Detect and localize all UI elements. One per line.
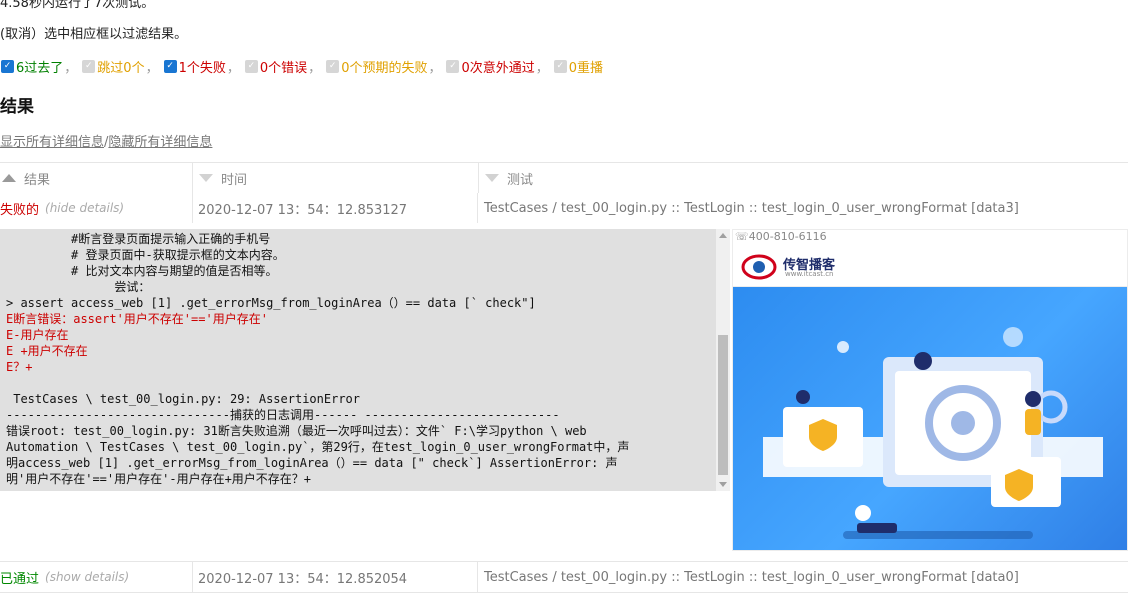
log-line: 明'用户不存在'=='用户存在'-用户存在+用户不存在？+ (6, 472, 312, 486)
log-error-line: E断言错误：assert'用户不存在'=='用户存在' (6, 312, 268, 326)
log-line: 尝试： (6, 280, 151, 294)
checkbox-disabled-icon[interactable]: ✓ (446, 60, 460, 73)
filter-item[interactable]: ✓ 0重播 (553, 57, 603, 76)
log-error-line: E +用户不存在 (6, 344, 88, 358)
show-all-details-link[interactable]: 显示所有详细信息 (0, 135, 104, 150)
itcast-logo-icon (741, 254, 777, 280)
checkbox-disabled-icon[interactable]: ✓ (326, 60, 340, 73)
details-links: 显示所有详细信息/隐藏所有详细信息 (0, 131, 212, 150)
scroll-down-icon[interactable] (719, 482, 727, 487)
table-row: 失败的 (hide details) 2020-12-07 13：54：12.8… (0, 193, 1128, 224)
sort-by-result[interactable]: 结果 (0, 163, 193, 193)
checkbox-disabled-icon[interactable]: ✓ (244, 60, 258, 73)
filter-separator: ， (64, 61, 78, 76)
column-result-label: 结果 (24, 172, 51, 188)
checkbox-disabled-icon[interactable]: ✓ (82, 60, 96, 73)
hide-details-toggle[interactable]: (hide details) (45, 201, 124, 215)
result-cell: 失败的 (hide details) (0, 193, 193, 223)
column-time-label: 时间 (221, 172, 248, 188)
scroll-thumb[interactable] (718, 335, 728, 475)
brand-url: www.itcast.cn (785, 270, 834, 278)
result-filters: ✓ 6过去了， ✓ 跳过0个， ✓ 1个失败， ✓ 0个错误， ✓ 0个预期的失败， ✓ 0次意外通过… (0, 57, 607, 76)
log-line: -------------------------------捕获的日志调用--… (6, 408, 560, 422)
filter-item[interactable]: ✓ 跳过0个， (81, 57, 159, 76)
sort-desc-icon (485, 174, 499, 182)
filter-label: 0次意外通过 (461, 61, 535, 76)
log-line: Automation \ TestCases \ test_00_login.p… (6, 440, 630, 454)
log-error-line: E-用户存在 (6, 328, 69, 342)
sort-asc-icon (2, 174, 16, 182)
brand-bar: 传智播客 www.itcast.cn (733, 246, 1127, 287)
log-line: # 登录页面中-获取提示框的文本内容。 (6, 248, 285, 262)
filter-label: 6过去了 (16, 61, 64, 76)
test-cell: TestCases / test_00_login.py :: TestLogi… (484, 200, 1019, 216)
filter-separator: ， (535, 61, 549, 76)
time-cell: 2020-12-07 13：54：12.853127 (193, 193, 478, 223)
security-illustration-icon (763, 327, 1103, 539)
filter-label: 跳过0个 (97, 61, 145, 76)
filter-hint: (取消）选中相应框以过滤结果。 (0, 27, 188, 42)
log-line: TestCases \ test_00_login.py: 29: Assert… (6, 392, 361, 406)
error-log[interactable]: #断言登录页面提示输入正确的手机号 # 登录页面中-获取提示框的文本内容。 # … (0, 229, 716, 491)
log-error-line: E？+ (6, 360, 33, 374)
filter-separator: ， (308, 61, 322, 76)
filter-label: 0个预期的失败 (341, 61, 428, 76)
table-row: 已通过 (show details) 2020-12-07 13：54：12.8… (0, 561, 1128, 593)
filter-separator: ， (226, 61, 240, 76)
filter-item[interactable]: ✓ 0个预期的失败， (325, 57, 441, 76)
filter-item[interactable]: ✓ 6过去了， (0, 57, 77, 76)
filter-item[interactable]: ✓ 0个错误， (244, 57, 321, 76)
status-failed: 失败的 (0, 202, 40, 218)
test-cell: TestCases / test_00_login.py :: TestLogi… (484, 569, 1019, 585)
scroll-up-icon[interactable] (719, 233, 727, 238)
column-test-label: 测试 (507, 172, 534, 188)
failure-screenshot: ☏400-810-6116 传智播客 www.itcast.cn (732, 229, 1128, 551)
failure-details: #断言登录页面提示输入正确的手机号 # 登录页面中-获取提示框的文本内容。 # … (0, 223, 1128, 561)
filter-label: 0重播 (568, 61, 604, 76)
result-cell: 已通过 (show details) (0, 562, 193, 592)
filter-label: 0个错误 (259, 61, 308, 76)
hide-all-details-link[interactable]: 隐藏所有详细信息 (108, 135, 212, 150)
filter-separator: ， (145, 61, 159, 76)
run-summary: 4.58秒内运行了7次测试。 (0, 0, 155, 11)
results-table-header: 结果 时间 测试 (0, 162, 1128, 194)
sort-desc-icon (199, 174, 213, 182)
status-passed: 已通过 (0, 571, 40, 587)
filter-item[interactable]: ✓ 0次意外通过， (445, 57, 549, 76)
log-line: #断言登录页面提示输入正确的手机号 (6, 232, 271, 246)
results-heading: 结果 (0, 97, 34, 117)
log-line: 明access_web [1] .get_errorMsg_from_login… (6, 456, 618, 470)
checkbox-disabled-icon[interactable]: ✓ (553, 60, 567, 73)
log-line: 错误root: test_00_login.py: 31断言失败追溯（最近一次呼… (6, 424, 587, 438)
filter-item[interactable]: ✓ 1个失败， (163, 57, 240, 76)
filter-label: 1个失败 (178, 61, 226, 76)
filter-separator: ， (428, 61, 442, 76)
log-scrollbar[interactable] (716, 229, 730, 491)
log-line: > assert access_web [1] .get_errorMsg_fr… (6, 296, 536, 310)
show-details-toggle[interactable]: (show details) (45, 570, 129, 584)
sort-by-time[interactable]: 时间 (193, 163, 479, 193)
phone-number: ☏400-810-6116 (735, 230, 827, 243)
sort-by-test[interactable]: 测试 (479, 163, 1128, 193)
login-hero-illustration (733, 287, 1127, 550)
log-line: # 比对文本内容与期望的值是否相等。 (6, 264, 278, 278)
time-cell: 2020-12-07 13：54：12.852054 (193, 562, 478, 592)
checkbox-checked-icon[interactable]: ✓ (1, 60, 14, 73)
checkbox-checked-icon[interactable]: ✓ (163, 60, 177, 73)
